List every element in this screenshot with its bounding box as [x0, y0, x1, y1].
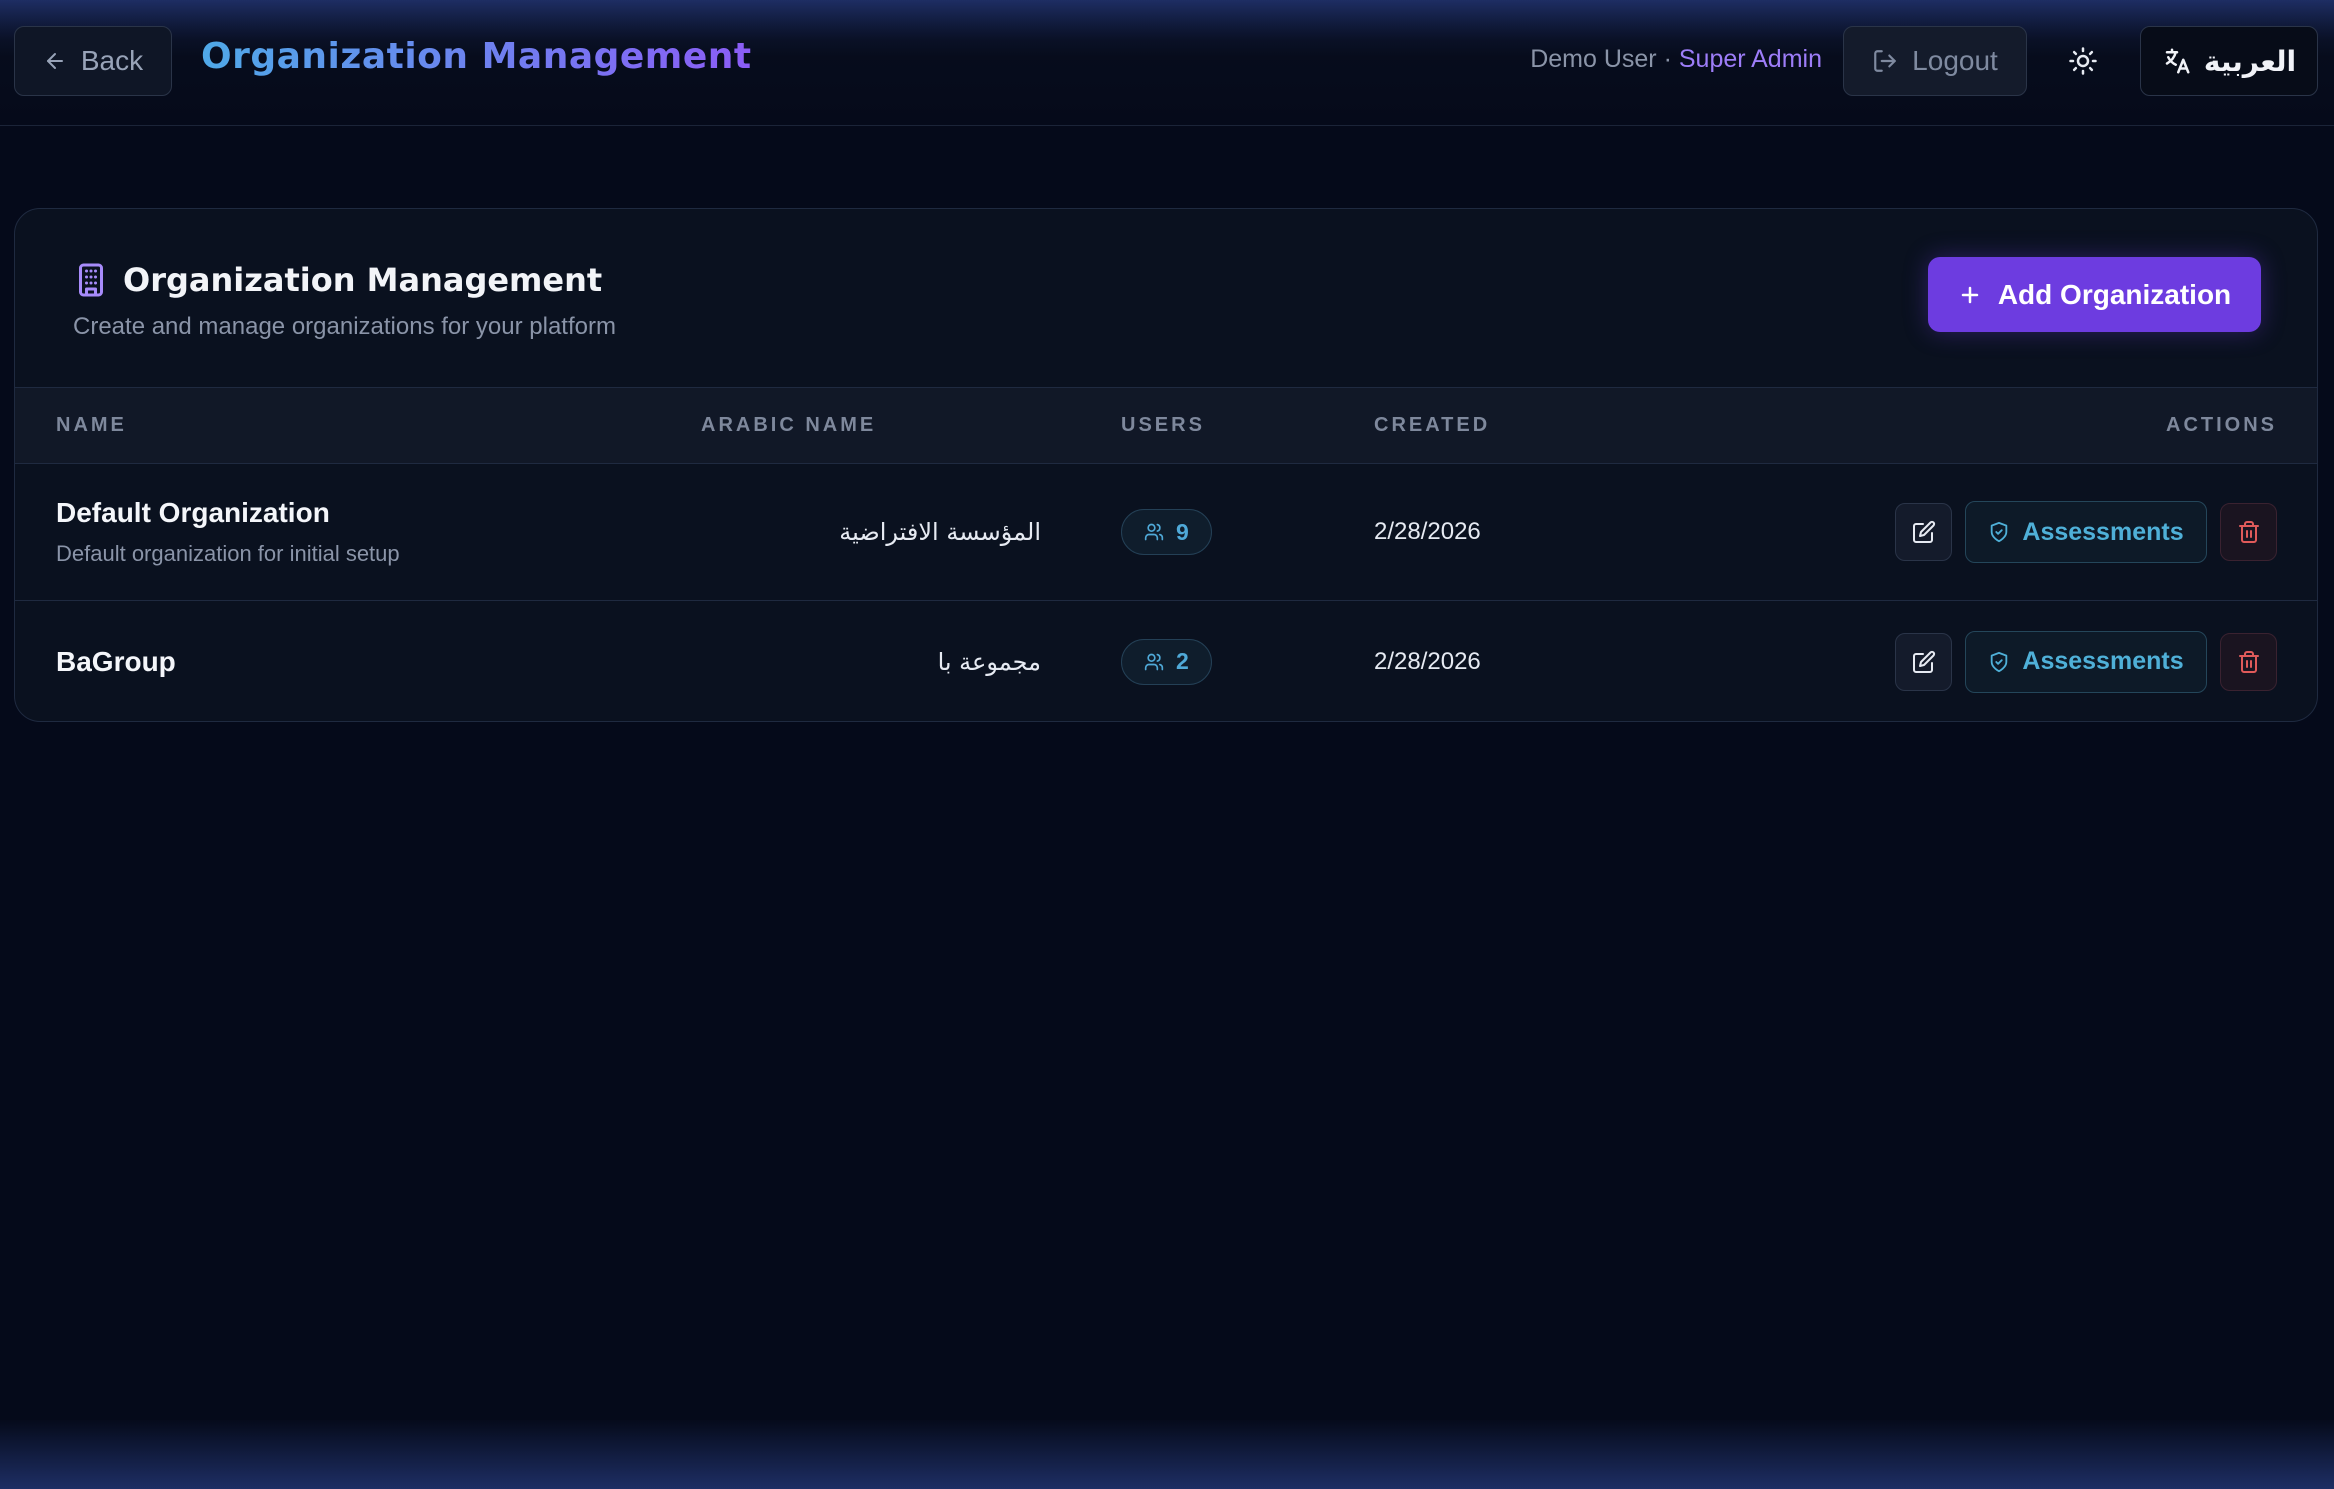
shield-icon [1991, 651, 2008, 672]
card-subtitle: Create and manage organizations for your… [73, 313, 616, 340]
card-title: Organization Management [123, 261, 603, 299]
column-header-actions: ACTIONS [2166, 414, 2277, 436]
theme-toggle-button[interactable] [2052, 30, 2114, 92]
trash-icon [2238, 650, 2259, 673]
column-header-created[interactable]: CREATED [1374, 388, 1724, 464]
users-count-badge: 9 [1121, 509, 1212, 555]
users-count: 2 [1176, 648, 1189, 675]
user-separator: · [1656, 45, 1679, 73]
back-button-label: Back [80, 45, 144, 76]
organizations-card: Organization Management Create and manag… [14, 208, 2318, 722]
created-date: 2/28/2026 [1374, 647, 1481, 675]
organizations-table: NAME ARABIC NAME USERS CREATED ACTIONS D… [15, 387, 2317, 722]
org-arabic-name: المؤسسة الافتراضية [839, 518, 1041, 546]
sun-icon [2069, 47, 2097, 75]
table-row: Default Organization Default organizatio… [15, 464, 2317, 601]
assessments-button[interactable]: Assessments [1965, 501, 2207, 563]
shield-icon [1991, 521, 2008, 543]
translate-icon [2165, 48, 2190, 74]
top-header: Back Organization Management Demo User ·… [0, 0, 2334, 126]
plus-icon [1961, 286, 1979, 303]
column-header-users[interactable]: USERS [1041, 388, 1374, 464]
logout-button[interactable]: Logout [1843, 26, 2027, 96]
users-icon [1144, 653, 1164, 671]
table-row: BaGroup مجموعة با 2 2/28/2026 Assessment… [15, 601, 2317, 722]
app-title: Organization Management [201, 36, 752, 77]
language-label: العربية [2203, 45, 2297, 77]
org-description: Default organization for initial setup [56, 541, 400, 566]
trash-icon [2238, 521, 2259, 543]
user-role: Super Admin [1678, 45, 1822, 73]
user-info: Demo User · Super Admin [1530, 45, 1822, 74]
assessments-label: Assessments [2022, 517, 2184, 546]
back-button[interactable]: Back [14, 26, 172, 96]
delete-button[interactable] [2220, 632, 2277, 691]
edit-button[interactable] [1895, 503, 1952, 561]
edit-icon [1912, 520, 1935, 543]
user-name: Demo User [1530, 45, 1657, 73]
org-name: Default Organization [56, 497, 330, 528]
assessments-button[interactable]: Assessments [1965, 630, 2207, 693]
arrow-left-icon [46, 53, 63, 69]
add-organization-button[interactable]: Add Organization [1928, 257, 2261, 332]
row-actions: Assessments [1895, 630, 2277, 693]
created-date: 2/28/2026 [1374, 518, 1481, 545]
logout-label: Logout [1912, 45, 1998, 76]
users-icon [1144, 523, 1164, 541]
row-actions: Assessments [1895, 501, 2277, 563]
building-icon [79, 263, 103, 297]
users-count-badge: 2 [1121, 638, 1212, 685]
logout-icon [1874, 50, 1897, 72]
users-count: 9 [1176, 518, 1189, 545]
column-header-name[interactable]: NAME [15, 388, 701, 464]
column-header-arabic-name[interactable]: ARABIC NAME [701, 388, 1041, 464]
card-header: Organization Management Create and manag… [15, 209, 2317, 387]
language-toggle-button[interactable]: العربية [2140, 26, 2318, 96]
add-organization-label: Add Organization [1997, 278, 2232, 310]
org-arabic-name: مجموعة با [937, 647, 1041, 676]
edit-icon [1912, 650, 1935, 673]
edit-button[interactable] [1895, 632, 1952, 691]
assessments-label: Assessments [2022, 647, 2184, 676]
delete-button[interactable] [2220, 503, 2277, 561]
org-name: BaGroup [56, 645, 176, 677]
table-header-row: NAME ARABIC NAME USERS CREATED ACTIONS [15, 387, 2317, 464]
